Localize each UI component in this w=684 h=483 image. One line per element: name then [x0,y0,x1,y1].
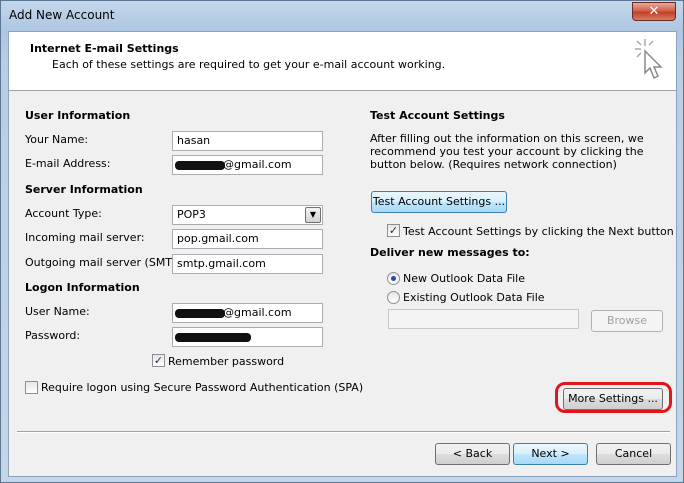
auto-test-checkbox[interactable]: ✓ [387,224,400,237]
account-type-value: POP3 [177,208,206,221]
window-title: Add New Account [9,8,115,22]
remember-password-checkbox[interactable]: ✓ [152,354,165,367]
more-settings-button[interactable]: More Settings ... [563,388,663,410]
remember-password-label: Remember password [168,355,285,368]
account-type-select[interactable]: POP3 ▼ [172,205,323,225]
outgoing-server-value: smtp.gmail.com [177,257,266,270]
chevron-down-icon[interactable]: ▼ [305,207,321,223]
next-button[interactable]: Next > [513,443,588,465]
browse-button[interactable]: Browse [591,310,663,332]
user-info-heading: User Information [25,109,131,122]
username-label: User Name: [25,305,90,318]
redaction-mark [175,161,225,170]
spa-label: Require logon using Secure Password Auth… [41,381,364,394]
add-new-account-window: Add New Account ✕ Internet E-mail Settin… [0,0,684,483]
title-bar[interactable]: Add New Account ✕ [1,1,683,31]
new-outlook-data-file-label: New Outlook Data File [403,272,525,285]
checkmark-icon: ✓ [388,224,399,237]
email-label: E-mail Address: [25,157,111,170]
deliver-heading: Deliver new messages to: [370,246,530,259]
existing-data-file-path[interactable] [388,309,579,329]
email-value: @gmail.com [223,158,292,171]
logon-info-heading: Logon Information [25,281,140,294]
username-value: @gmail.com [223,306,292,319]
cancel-button[interactable]: Cancel [596,443,671,465]
redaction-mark [175,333,251,342]
cursor-sparkle-icon [635,39,663,80]
header-subtitle: Each of these settings are required to g… [52,58,446,71]
your-name-value: hasan [177,134,211,147]
your-name-input[interactable]: hasan [172,131,323,151]
incoming-server-label: Incoming mail server: [25,231,145,244]
existing-outlook-data-file-radio[interactable] [387,291,400,304]
back-button[interactable]: < Back [435,443,510,465]
spa-checkbox[interactable] [25,381,38,394]
incoming-server-input[interactable]: pop.gmail.com [172,229,323,249]
dialog-header: Internet E-mail Settings Each of these s… [9,32,676,91]
outgoing-server-input[interactable]: smtp.gmail.com [172,254,323,274]
new-outlook-data-file-radio[interactable] [387,272,400,285]
your-name-label: Your Name: [25,133,89,146]
test-settings-description: After filling out the information on thi… [370,132,644,171]
test-account-settings-button[interactable]: Test Account Settings ... [371,191,507,213]
test-settings-heading: Test Account Settings [370,109,505,122]
checkmark-icon: ✓ [153,354,164,367]
close-icon: ✕ [648,4,660,19]
auto-test-label: Test Account Settings by clicking the Ne… [403,225,674,238]
close-button[interactable]: ✕ [632,2,676,21]
footer-divider [17,431,670,433]
password-label: Password: [25,329,81,342]
server-info-heading: Server Information [25,183,143,196]
incoming-server-value: pop.gmail.com [177,232,259,245]
existing-outlook-data-file-label: Existing Outlook Data File [403,291,545,304]
redaction-mark [175,309,225,318]
header-title: Internet E-mail Settings [30,42,179,55]
account-type-label: Account Type: [25,207,102,220]
dialog-body: Internet E-mail Settings Each of these s… [8,31,677,477]
outgoing-server-label: Outgoing mail server (SMTP): [25,256,187,269]
